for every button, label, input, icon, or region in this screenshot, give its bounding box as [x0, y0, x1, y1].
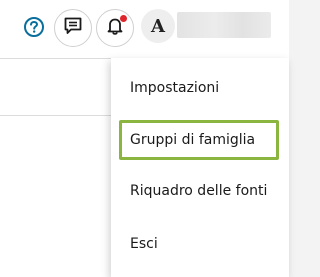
notifications-button[interactable]: [96, 9, 134, 47]
avatar-initial: A: [151, 15, 165, 37]
menu-item-esci[interactable]: Esci: [111, 224, 289, 264]
user-name-redacted: [177, 12, 271, 38]
help-icon[interactable]: [23, 16, 45, 38]
menu-item-label: Riquadro delle fonti: [130, 183, 268, 199]
menu-item-gruppi-di-famiglia[interactable]: Gruppi di famiglia: [111, 120, 289, 160]
menu-item-label: Esci: [130, 236, 158, 252]
top-bar: A: [0, 0, 289, 59]
menu-item-impostazioni[interactable]: Impostazioni: [111, 68, 289, 108]
feedback-button[interactable]: [54, 9, 92, 47]
divider: [0, 115, 112, 116]
chat-feedback-icon: [63, 16, 83, 40]
menu-item-riquadro-delle-fonti[interactable]: Riquadro delle fonti: [111, 171, 289, 211]
menu-item-label: Gruppi di famiglia: [130, 132, 256, 148]
menu-item-label: Impostazioni: [130, 80, 220, 96]
account-menu: Impostazioni Gruppi di famiglia Riquadro…: [111, 58, 289, 277]
notification-badge: [120, 15, 127, 22]
avatar[interactable]: A: [141, 9, 175, 43]
